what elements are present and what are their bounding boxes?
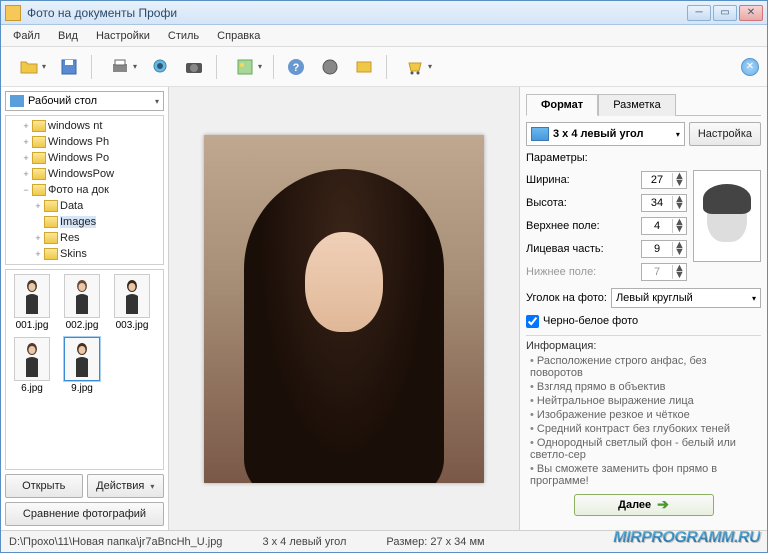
desktop-icon [10, 95, 24, 107]
tree-item[interactable]: +Skins [8, 246, 161, 262]
media-button[interactable] [350, 53, 378, 81]
face-label: Лицевая часть: [526, 243, 641, 255]
thumbnail[interactable]: 002.jpg [60, 274, 104, 331]
info-item: Нейтральное выражение лица [530, 394, 761, 408]
tab-markup[interactable]: Разметка [598, 94, 676, 116]
info-item: Однородный светлый фон - белый или светл… [530, 436, 761, 462]
format-select[interactable]: 3 x 4 левый угол ▾ [526, 122, 685, 146]
bottom-margin-label: Нижнее поле: [526, 266, 641, 278]
format-preview [693, 170, 761, 262]
folder-tree[interactable]: +windows nt+Windows Ph+Windows Po+Window… [5, 115, 164, 265]
height-label: Высота: [526, 197, 641, 209]
toolbar: ? ✕ [1, 47, 767, 87]
window-title: Фото на документы Профи [27, 6, 687, 20]
bw-checkbox-row[interactable]: Черно-белое фото [526, 314, 761, 329]
edit-image-button[interactable] [225, 53, 265, 81]
tree-item[interactable]: −Фото на док [8, 182, 161, 198]
top-spinner[interactable]: 4▲▼ [641, 217, 687, 235]
params-title: Параметры: [526, 152, 761, 164]
menu-file[interactable]: Файл [5, 27, 48, 45]
menubar: Файл Вид Настройки Стиль Справка [1, 25, 767, 47]
chevron-down-icon: ▾ [676, 130, 680, 139]
statusbar: D:\Прохо\11\Новая папка\jr7aBncHh_U.jpg … [1, 530, 767, 552]
svg-text:?: ? [293, 62, 300, 74]
info-item: Взгляд прямо в объектив [530, 380, 761, 394]
tree-item[interactable]: +Templates [8, 262, 161, 265]
tree-item[interactable]: Images [8, 214, 161, 230]
cart-button[interactable] [395, 53, 435, 81]
menu-view[interactable]: Вид [50, 27, 86, 45]
format-settings-button[interactable]: Настройка [689, 122, 761, 146]
arrow-right-icon: ➔ [657, 496, 669, 513]
folder-combo[interactable]: Рабочий стол ▾ [5, 91, 164, 111]
thumbnail[interactable]: 9.jpg [60, 337, 104, 394]
titlebar: Фото на документы Профи ─ ▭ ✕ [1, 1, 767, 25]
menu-style[interactable]: Стиль [160, 27, 207, 45]
bottom-spinner: 7▲▼ [641, 263, 687, 281]
main-photo[interactable] [204, 135, 484, 483]
status-path: D:\Прохо\11\Новая папка\jr7aBncHh_U.jpg [9, 536, 222, 548]
chevron-down-icon: ▾ [155, 97, 159, 106]
save-button[interactable] [55, 53, 83, 81]
thumbnail-list[interactable]: 001.jpg002.jpg003.jpg 6.jpg9.jpg [5, 269, 164, 470]
info-item: Средний контраст без глубоких теней [530, 422, 761, 436]
menu-help[interactable]: Справка [209, 27, 268, 45]
menu-settings[interactable]: Настройки [88, 27, 158, 45]
corner-label: Уголок на фото: [526, 292, 607, 304]
status-format: 3 x 4 левый угол [262, 536, 346, 548]
width-spinner[interactable]: 27▲▼ [641, 171, 687, 189]
right-panel: Формат Разметка 3 x 4 левый угол ▾ Настр… [519, 87, 767, 530]
corner-select[interactable]: Левый круглый▾ [611, 288, 761, 308]
width-label: Ширина: [526, 174, 641, 186]
next-button[interactable]: Далее➔ [574, 494, 714, 516]
minimize-button[interactable]: ─ [687, 5, 711, 21]
image-viewport [169, 87, 519, 530]
help-button[interactable]: ? [282, 53, 310, 81]
tree-item[interactable]: +Windows Po [8, 150, 161, 166]
format-icon [531, 127, 549, 141]
info-item: Расположение строго анфас, без поворотов [530, 354, 761, 380]
tree-item[interactable]: +WindowsPow [8, 166, 161, 182]
height-spinner[interactable]: 34▲▼ [641, 194, 687, 212]
left-panel: Рабочий стол ▾ +windows nt+Windows Ph+Wi… [1, 87, 169, 530]
open-folder-button[interactable] [9, 53, 49, 81]
tree-item[interactable]: +Windows Ph [8, 134, 161, 150]
app-icon [5, 5, 21, 21]
print-button[interactable] [100, 53, 140, 81]
thumbnail[interactable]: 003.jpg [110, 274, 154, 331]
camera-button[interactable] [180, 53, 208, 81]
tabs: Формат Разметка [526, 93, 761, 116]
face-spinner[interactable]: 9▲▼ [641, 240, 687, 258]
thumbnail[interactable]: 001.jpg [10, 274, 54, 331]
status-size: Размер: 27 x 34 мм [386, 536, 484, 548]
tree-item[interactable]: +windows nt [8, 118, 161, 134]
info-block: Информация: Расположение строго анфас, б… [526, 335, 761, 488]
close-button[interactable]: ✕ [739, 5, 763, 21]
tree-item[interactable]: +Data [8, 198, 161, 214]
tab-format[interactable]: Формат [526, 94, 598, 116]
maximize-button[interactable]: ▭ [713, 5, 737, 21]
tree-item[interactable]: +Res [8, 230, 161, 246]
info-item: Изображение резкое и чёткое [530, 408, 761, 422]
open-button[interactable]: Открыть [5, 474, 83, 498]
top-margin-label: Верхнее поле: [526, 220, 641, 232]
globe-button[interactable] [316, 53, 344, 81]
actions-button[interactable]: Действия [87, 474, 165, 498]
compare-button[interactable]: Сравнение фотографий [5, 502, 164, 526]
bw-checkbox[interactable] [526, 315, 539, 328]
thumbnail[interactable]: 6.jpg [10, 337, 54, 394]
info-item: Вы сможете заменить фон прямо в программ… [530, 462, 761, 488]
webcam-button[interactable] [146, 53, 174, 81]
panel-close-icon[interactable]: ✕ [741, 58, 759, 76]
